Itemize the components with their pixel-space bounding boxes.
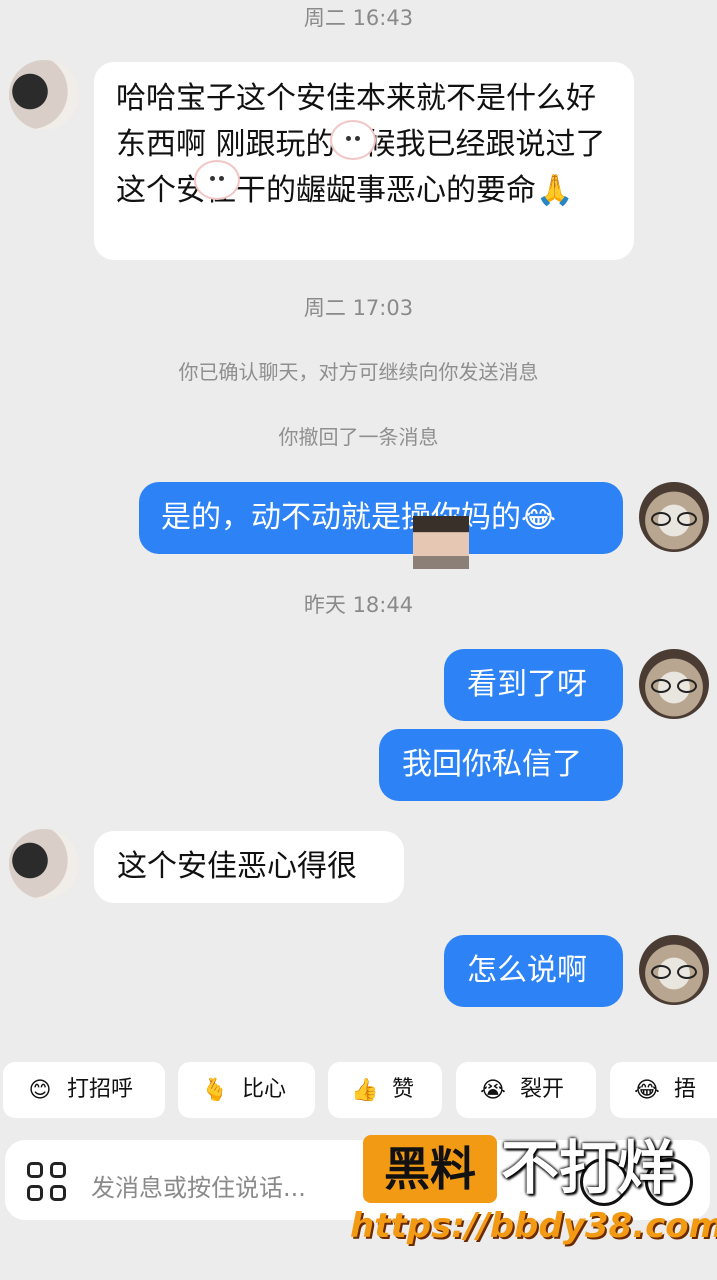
incoming-message-bubble[interactable]: 哈哈宝子这个安佳本来就不是什么好东西啊 刚跟玩的时候我已经跟说过了 这个安佳干的… — [94, 62, 634, 260]
laugh-cry-emoji-icon: 😂 — [521, 500, 557, 535]
chip-label: 比心 — [242, 1077, 287, 1102]
facepalm-emoji-icon: 😂 — [634, 1078, 660, 1103]
outgoing-message-bubble[interactable]: 怎么说啊 — [444, 935, 623, 1007]
contact-avatar[interactable] — [9, 829, 79, 899]
my-avatar[interactable] — [639, 482, 709, 552]
system-notice: 你已确认聊天，对方可继续向你发送消息 — [178, 360, 539, 384]
contact-avatar[interactable] — [9, 60, 79, 130]
watermark-logo: 黑料 — [363, 1135, 497, 1203]
message-text: 看到了呀 — [467, 667, 587, 702]
watermark-url: https://bbdy38.com — [350, 1206, 717, 1246]
cloud-sticker-icon — [194, 160, 240, 200]
quick-reply-bar: 😊 打招呼 🫰 比心 👍 赞 😭 裂开 😂 捂脸 — [0, 1058, 717, 1122]
chip-label: 赞 — [392, 1077, 415, 1102]
message-text: 怎么说啊 — [467, 953, 587, 988]
watermark-text: 不打烊 — [501, 1134, 676, 1202]
quick-reply-facepalm[interactable]: 😂 捂脸 — [610, 1062, 717, 1118]
thumbs-up-icon: 👍 — [351, 1078, 379, 1103]
quick-reply-like[interactable]: 👍 赞 — [328, 1062, 442, 1118]
chip-label: 捂脸 — [674, 1077, 697, 1102]
outgoing-message-bubble[interactable]: 看到了呀 — [444, 649, 623, 721]
timestamp: 昨天 18:44 — [303, 593, 414, 617]
message-text: 这个安佳恶心得很 — [117, 849, 357, 884]
apps-grid-icon[interactable] — [27, 1162, 69, 1204]
timestamp: 周二 17:03 — [303, 296, 414, 320]
my-avatar[interactable] — [639, 649, 709, 719]
selfie-overlay-image — [413, 516, 469, 569]
message-text: 我回你私信了 — [402, 747, 582, 782]
outgoing-message-bubble[interactable]: 我回你私信了 — [379, 729, 623, 801]
crying-emoji-icon: 😭 — [480, 1078, 506, 1103]
cloud-sticker-icon — [330, 120, 376, 160]
recall-notice: 你撤回了一条消息 — [278, 425, 439, 449]
heart-emoji-icon: 🫰 — [201, 1078, 229, 1103]
input-placeholder: 发消息或按住说话... — [91, 1174, 306, 1202]
wave-emoji-icon: 😊 — [28, 1078, 52, 1103]
pray-emoji-icon: 🙏 — [536, 173, 574, 208]
outgoing-message-bubble[interactable]: 是的，动不动就是操你妈的😂 — [139, 482, 623, 554]
chip-label: 打招呼 — [67, 1077, 134, 1102]
timestamp: 周二 16:43 — [303, 6, 414, 30]
chip-label: 裂开 — [520, 1077, 565, 1102]
incoming-message-bubble[interactable]: 这个安佳恶心得很 — [94, 831, 404, 903]
quick-reply-heart[interactable]: 🫰 比心 — [178, 1062, 315, 1118]
message-text: 玩的时候我已经跟 — [275, 127, 516, 162]
quick-reply-crack[interactable]: 😭 裂开 — [456, 1062, 596, 1118]
quick-reply-wave[interactable]: 😊 打招呼 — [3, 1062, 165, 1118]
my-avatar[interactable] — [639, 935, 709, 1005]
